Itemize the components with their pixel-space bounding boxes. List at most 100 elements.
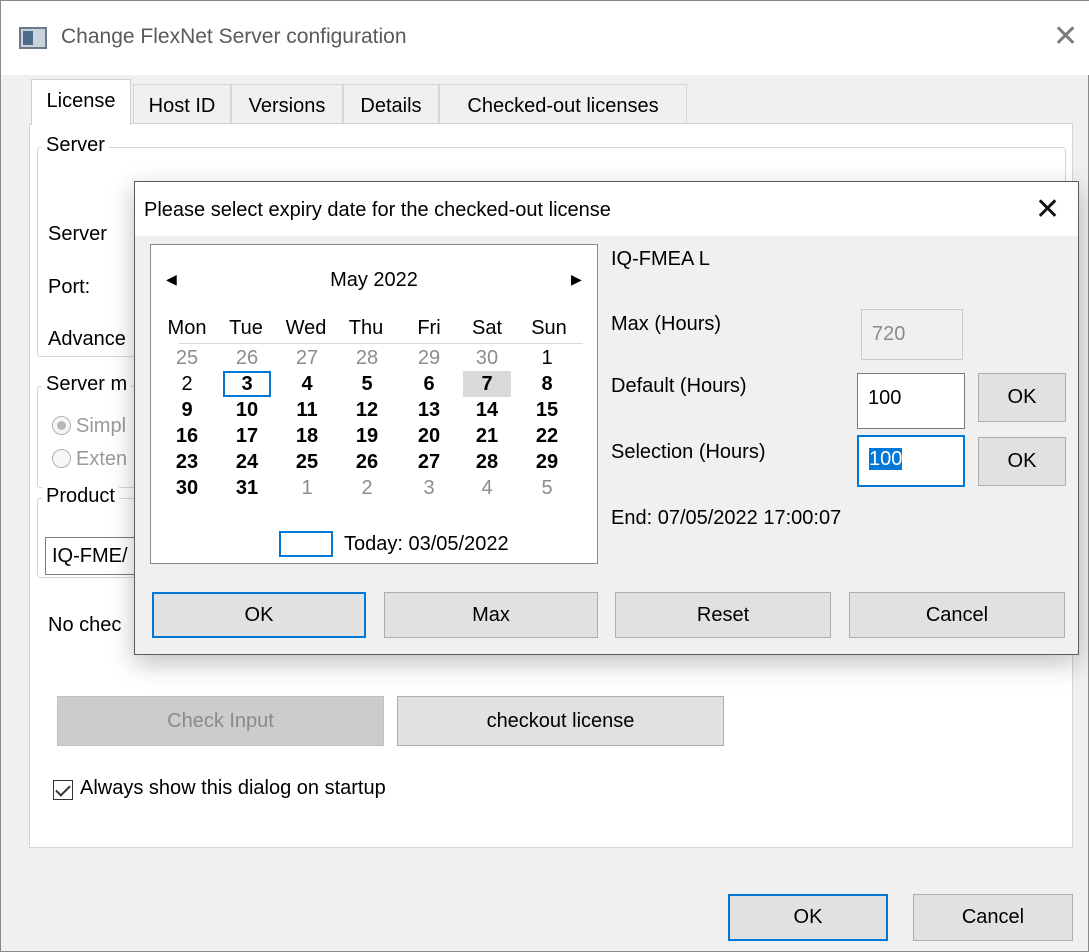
simple-radio[interactable] [52, 416, 71, 435]
product-name: IQ-FMEA L [611, 248, 710, 270]
calendar-header-divider [179, 343, 583, 344]
calendar-day[interactable]: 28 [463, 449, 511, 475]
calendar-day[interactable]: 30 [163, 475, 211, 501]
calendar-day[interactable]: 1 [523, 345, 571, 371]
calendar-day[interactable]: 25 [283, 449, 331, 475]
server-mode-group-label: Server m [42, 373, 132, 396]
checkout-status-text: No chec [48, 614, 122, 636]
calendar-day[interactable]: 10 [223, 397, 271, 423]
max-hours-field: 720 [861, 309, 963, 360]
calendar-day[interactable]: 11 [283, 397, 331, 423]
calendar-day[interactable]: 13 [405, 397, 453, 423]
calendar-day[interactable]: 23 [163, 449, 211, 475]
port-label: Port: [48, 276, 91, 298]
calendar-day[interactable]: 2 [163, 371, 211, 397]
calendar-day[interactable]: 12 [343, 397, 391, 423]
main-cancel-button[interactable]: Cancel [913, 894, 1073, 941]
main-ok-button[interactable]: OK [728, 894, 888, 941]
weekday-header: Fri [417, 317, 441, 339]
calendar-day[interactable]: 31 [223, 475, 271, 501]
selection-hours-field[interactable]: 100 [857, 435, 965, 487]
weekday-header: Sun [531, 317, 567, 339]
calendar-month-title[interactable]: May 2022 [151, 269, 597, 292]
server-group-label: Server [42, 134, 109, 157]
expiry-date-dialog: Please select expiry date for the checke… [134, 181, 1079, 655]
calendar-day[interactable]: 5 [343, 371, 391, 397]
calendar-day[interactable]: 4 [283, 371, 331, 397]
today-indicator[interactable] [279, 531, 333, 557]
calendar-day[interactable]: 6 [405, 371, 453, 397]
calendar-day[interactable]: 8 [523, 371, 571, 397]
calendar-day[interactable]: 5 [523, 475, 571, 501]
max-hours-label: Max (Hours) [611, 313, 722, 335]
calendar-day[interactable]: 3 [405, 475, 453, 501]
always-show-checkbox[interactable] [53, 780, 73, 800]
dialog-cancel-button[interactable]: Cancel [849, 592, 1065, 638]
calendar-day[interactable]: 20 [405, 423, 453, 449]
checkout-license-button[interactable]: checkout license [397, 696, 724, 746]
extended-radio[interactable] [52, 449, 71, 468]
extended-radio-label: Exten [76, 448, 128, 470]
weekday-header: Tue [229, 317, 263, 339]
calendar-day[interactable]: 27 [283, 345, 331, 371]
calendar-day[interactable]: 26 [223, 345, 271, 371]
default-ok-button[interactable]: OK [978, 373, 1066, 422]
selection-ok-button[interactable]: OK [978, 437, 1066, 486]
weekday-header: Wed [285, 317, 327, 339]
selection-hours-label: Selection (Hours) [611, 441, 766, 463]
tab-checked-out-licenses[interactable]: Checked-out licenses [439, 84, 687, 124]
month-calendar[interactable]: ◀ May 2022 ▶ Mon Tue Wed Thu Fri Sat Sun… [150, 244, 598, 564]
weekday-header: Thu [348, 317, 384, 339]
next-month-icon[interactable]: ▶ [571, 271, 582, 288]
default-hours-label: Default (Hours) [611, 375, 747, 397]
calendar-day[interactable]: 1 [283, 475, 331, 501]
selection-hours-value: 100 [869, 448, 903, 470]
calendar-day[interactable]: 29 [405, 345, 453, 371]
calendar-day[interactable]: 29 [523, 449, 571, 475]
tab-details[interactable]: Details [343, 84, 439, 124]
default-hours-field[interactable]: 100 [857, 373, 965, 429]
simple-radio-label: Simpl [76, 415, 127, 437]
close-icon[interactable]: ✕ [1053, 22, 1078, 52]
today-link[interactable]: Today: 03/05/2022 [344, 533, 509, 556]
calendar-day[interactable]: 22 [523, 423, 571, 449]
calendar-day[interactable]: 15 [523, 397, 571, 423]
calendar-day[interactable]: 21 [463, 423, 511, 449]
dialog-ok-button[interactable]: OK [152, 592, 366, 638]
server-label: Server [48, 223, 107, 245]
tab-license[interactable]: License [31, 79, 131, 125]
calendar-day[interactable]: 9 [163, 397, 211, 423]
calendar-day[interactable]: 18 [283, 423, 331, 449]
dialog-title: Please select expiry date for the checke… [144, 199, 611, 221]
calendar-day[interactable]: 19 [343, 423, 391, 449]
calendar-day[interactable]: 27 [405, 449, 453, 475]
end-date-text: End: 07/05/2022 17:00:07 [611, 507, 842, 529]
product-group-label: Product [42, 485, 119, 508]
tab-host-id[interactable]: Host ID [133, 84, 231, 124]
calendar-day[interactable]: 30 [463, 345, 511, 371]
weekday-header: Mon [167, 317, 207, 339]
weekday-header: Sat [471, 317, 503, 339]
dialog-title-bar: Please select expiry date for the checke… [135, 182, 1078, 236]
dialog-max-button[interactable]: Max [384, 592, 598, 638]
calendar-day[interactable]: 17 [223, 423, 271, 449]
advanced-label: Advance [48, 328, 126, 350]
app-icon [19, 27, 47, 49]
calendar-day[interactable]: 3 [223, 371, 271, 397]
dialog-reset-button[interactable]: Reset [615, 592, 831, 638]
calendar-day[interactable]: 26 [343, 449, 391, 475]
calendar-day[interactable]: 25 [163, 345, 211, 371]
calendar-day[interactable]: 7 [463, 371, 511, 397]
calendar-day[interactable]: 28 [343, 345, 391, 371]
calendar-day[interactable]: 24 [223, 449, 271, 475]
check-input-button[interactable]: Check Input [57, 696, 384, 746]
window-title: Change FlexNet Server configuration [61, 25, 407, 48]
tab-versions[interactable]: Versions [231, 84, 343, 124]
calendar-day[interactable]: 4 [463, 475, 511, 501]
always-show-label: Always show this dialog on startup [80, 777, 386, 799]
main-title-bar: Change FlexNet Server configuration ✕ [1, 1, 1089, 75]
calendar-day[interactable]: 14 [463, 397, 511, 423]
calendar-day[interactable]: 16 [163, 423, 211, 449]
calendar-day[interactable]: 2 [343, 475, 391, 501]
dialog-close-icon[interactable]: ✕ [1035, 190, 1060, 230]
